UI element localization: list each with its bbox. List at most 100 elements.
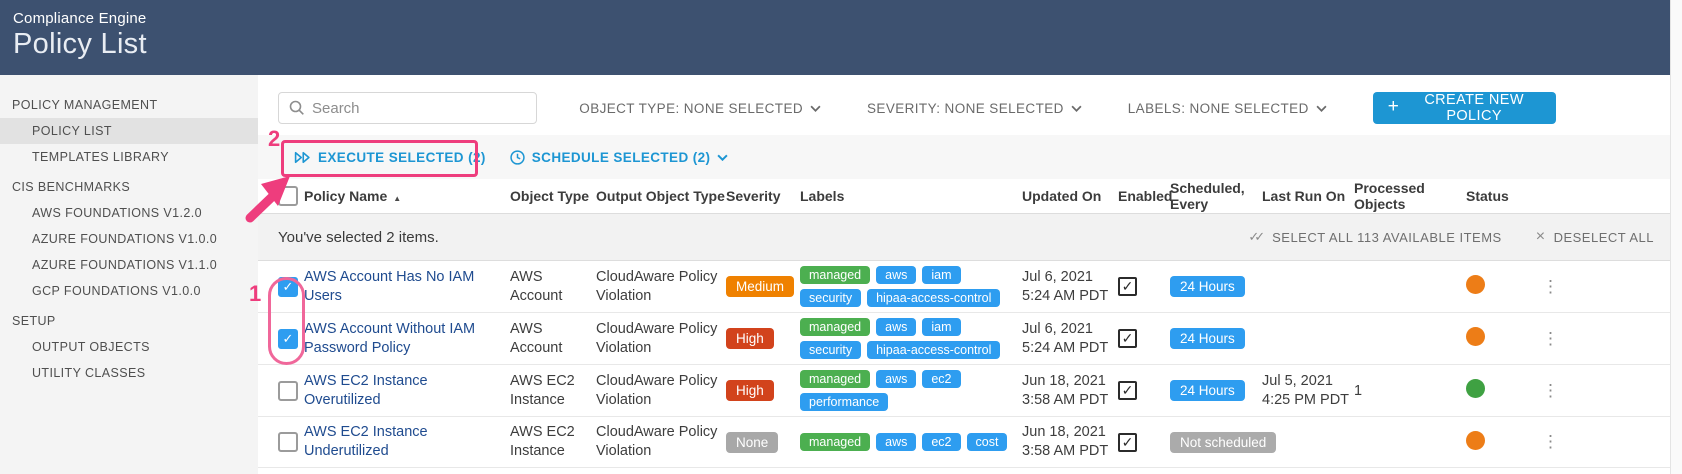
schedule-badge: 24 Hours <box>1170 380 1245 401</box>
row-checkbox[interactable] <box>278 432 298 452</box>
annotation-step-2: 2 <box>268 126 280 152</box>
checkmark-icon: ✓ <box>1122 382 1134 399</box>
sidebar-item-gcp-foundations[interactable]: GCP FOUNDATIONS V1.0.0 <box>0 278 258 304</box>
table-row: ✓ AWS Account Without IAM Password Polic… <box>258 313 1670 365</box>
severity-badge: Medium <box>726 276 794 297</box>
column-updated-on[interactable]: Updated On <box>1022 188 1118 204</box>
sidebar-item-utility-classes[interactable]: UTILITY CLASSES <box>0 360 258 386</box>
sort-asc-icon: ▲ <box>393 194 401 203</box>
vertical-scrollbar[interactable] <box>1670 0 1682 474</box>
label-chip[interactable]: hipaa-access-control <box>867 289 1000 307</box>
annotation-step-1: 1 <box>249 281 261 307</box>
label-chip[interactable]: managed <box>800 318 870 336</box>
severity-filter[interactable]: SEVERITY: NONE SELECTED <box>867 101 1082 116</box>
policy-name-link[interactable]: AWS EC2 Instance Underutilized <box>304 423 510 461</box>
column-severity[interactable]: Severity <box>726 188 800 204</box>
sidebar-item-output-objects[interactable]: OUTPUT OBJECTS <box>0 334 258 360</box>
label-chip[interactable]: aws <box>876 433 916 451</box>
object-type-cell: AWS EC2 Instance <box>510 423 596 461</box>
sidebar-item-templates-library[interactable]: TEMPLATES LIBRARY <box>0 144 258 170</box>
column-processed-objects[interactable]: Processed Objects <box>1354 180 1466 212</box>
kebab-menu-icon[interactable]: ⋮ <box>1536 277 1565 296</box>
label-chip[interactable]: cost <box>967 433 1008 451</box>
column-last-run-on[interactable]: Last Run On <box>1262 188 1354 204</box>
table-header-row: Policy Name▲ Object Type Output Object T… <box>258 179 1670 213</box>
app-root: Compliance Engine Policy List POLICY MAN… <box>0 0 1682 474</box>
deselect-all-button[interactable]: × DESELECT ALL <box>1536 228 1654 246</box>
annotation-box-execute <box>281 140 478 177</box>
column-labels[interactable]: Labels <box>800 188 1022 204</box>
column-enabled[interactable]: Enabled <box>1118 188 1170 204</box>
enabled-checkbox[interactable]: ✓ <box>1118 381 1137 400</box>
table-row: ✓ AWS Account Has No IAM Users AWS Accou… <box>258 261 1670 313</box>
page-title: Policy List <box>13 28 1670 61</box>
sidebar-section-cis-benchmarks: CIS BENCHMARKS <box>0 174 258 200</box>
table-row: AWS EC2 Instance Underutilized AWS EC2 I… <box>258 417 1670 468</box>
labels-filter[interactable]: LABELS: NONE SELECTED <box>1128 101 1327 116</box>
schedule-selected-button[interactable]: SCHEDULE SELECTED (2) <box>510 150 729 165</box>
kebab-menu-icon[interactable]: ⋮ <box>1536 432 1565 451</box>
label-chip[interactable]: security <box>800 341 861 359</box>
sidebar-item-azure-foundations-110[interactable]: AZURE FOUNDATIONS V1.1.0 <box>0 252 258 278</box>
label-chip[interactable]: ec2 <box>922 433 960 451</box>
updated-on-cell: Jun 18, 20213:58 AM PDT <box>1022 423 1118 461</box>
enabled-checkbox[interactable]: ✓ <box>1118 329 1137 348</box>
label-chip[interactable]: hipaa-access-control <box>867 341 1000 359</box>
updated-on-cell: Jul 6, 20215:24 AM PDT <box>1022 268 1118 306</box>
selection-bar: You've selected 2 items. ✓✓ SELECT ALL 1… <box>258 213 1670 261</box>
label-chip[interactable]: managed <box>800 266 870 284</box>
deselect-all-label: DESELECT ALL <box>1554 230 1654 245</box>
enabled-checkbox[interactable]: ✓ <box>1118 433 1137 452</box>
column-policy-name[interactable]: Policy Name▲ <box>304 188 510 204</box>
label-chip[interactable]: ec2 <box>922 370 960 388</box>
label-chip[interactable]: aws <box>876 370 916 388</box>
sidebar-section-setup: SETUP <box>0 308 258 334</box>
row-checkbox[interactable] <box>278 381 298 401</box>
label-chip[interactable]: iam <box>922 266 960 284</box>
object-type-cell: AWS Account <box>510 268 596 306</box>
object-type-filter[interactable]: OBJECT TYPE: NONE SELECTED <box>579 101 821 116</box>
schedule-badge: 24 Hours <box>1170 328 1245 349</box>
selection-message: You've selected 2 items. <box>278 229 439 246</box>
output-object-type-cell: CloudAware Policy Violation <box>596 268 726 306</box>
annotation-capsule-checkboxes <box>268 277 305 365</box>
policy-name-link[interactable]: AWS EC2 Instance Overutilized <box>304 372 510 410</box>
output-object-type-cell: CloudAware Policy Violation <box>596 372 726 410</box>
toolbar: OBJECT TYPE: NONE SELECTED SEVERITY: NON… <box>258 75 1670 135</box>
sidebar-item-azure-foundations-100[interactable]: AZURE FOUNDATIONS V1.0.0 <box>0 226 258 252</box>
policy-name-link[interactable]: AWS Account Without IAM Password Policy <box>304 320 510 358</box>
labels-filter-label: LABELS: NONE SELECTED <box>1128 101 1309 116</box>
status-dot <box>1466 327 1485 346</box>
label-chip[interactable]: managed <box>800 433 870 451</box>
sidebar-item-policy-list[interactable]: POLICY LIST <box>0 118 258 144</box>
kebab-menu-icon[interactable]: ⋮ <box>1536 329 1565 348</box>
schedule-selected-label: SCHEDULE SELECTED (2) <box>532 150 711 165</box>
label-chip[interactable]: security <box>800 289 861 307</box>
status-dot <box>1466 275 1485 294</box>
search-box <box>278 92 537 124</box>
top-header: Compliance Engine Policy List <box>0 0 1670 75</box>
column-object-type[interactable]: Object Type <box>510 188 596 204</box>
chevron-down-icon <box>1316 105 1327 112</box>
search-input[interactable] <box>278 92 537 124</box>
enabled-checkbox[interactable]: ✓ <box>1118 277 1137 296</box>
policy-name-link[interactable]: AWS Account Has No IAM Users <box>304 268 510 306</box>
kebab-menu-icon[interactable]: ⋮ <box>1536 381 1565 400</box>
create-new-policy-button[interactable]: + CREATE NEW POLICY <box>1373 92 1556 124</box>
table-row: AWS EC2 Instance Overutilized AWS EC2 In… <box>258 365 1670 417</box>
label-chip[interactable]: aws <box>876 318 916 336</box>
label-chip[interactable]: managed <box>800 370 870 388</box>
double-check-icon: ✓✓ <box>1248 229 1260 245</box>
last-run-cell: Jul 5, 20214:25 PM PDT <box>1262 372 1354 410</box>
label-chip[interactable]: aws <box>876 266 916 284</box>
select-all-available-label: SELECT ALL 113 AVAILABLE ITEMS <box>1272 230 1502 245</box>
label-chip[interactable]: performance <box>800 393 888 411</box>
processed-objects-cell: 1 <box>1354 383 1466 399</box>
column-scheduled-every[interactable]: Scheduled, Every <box>1170 180 1262 212</box>
labels-cell: managed aws iam security hipaa-access-co… <box>800 266 1022 307</box>
label-chip[interactable]: iam <box>922 318 960 336</box>
sidebar-item-aws-foundations[interactable]: AWS FOUNDATIONS V1.2.0 <box>0 200 258 226</box>
column-status[interactable]: Status <box>1466 188 1536 204</box>
column-output-object-type[interactable]: Output Object Type <box>596 188 726 204</box>
select-all-available-button[interactable]: ✓✓ SELECT ALL 113 AVAILABLE ITEMS <box>1248 229 1501 245</box>
